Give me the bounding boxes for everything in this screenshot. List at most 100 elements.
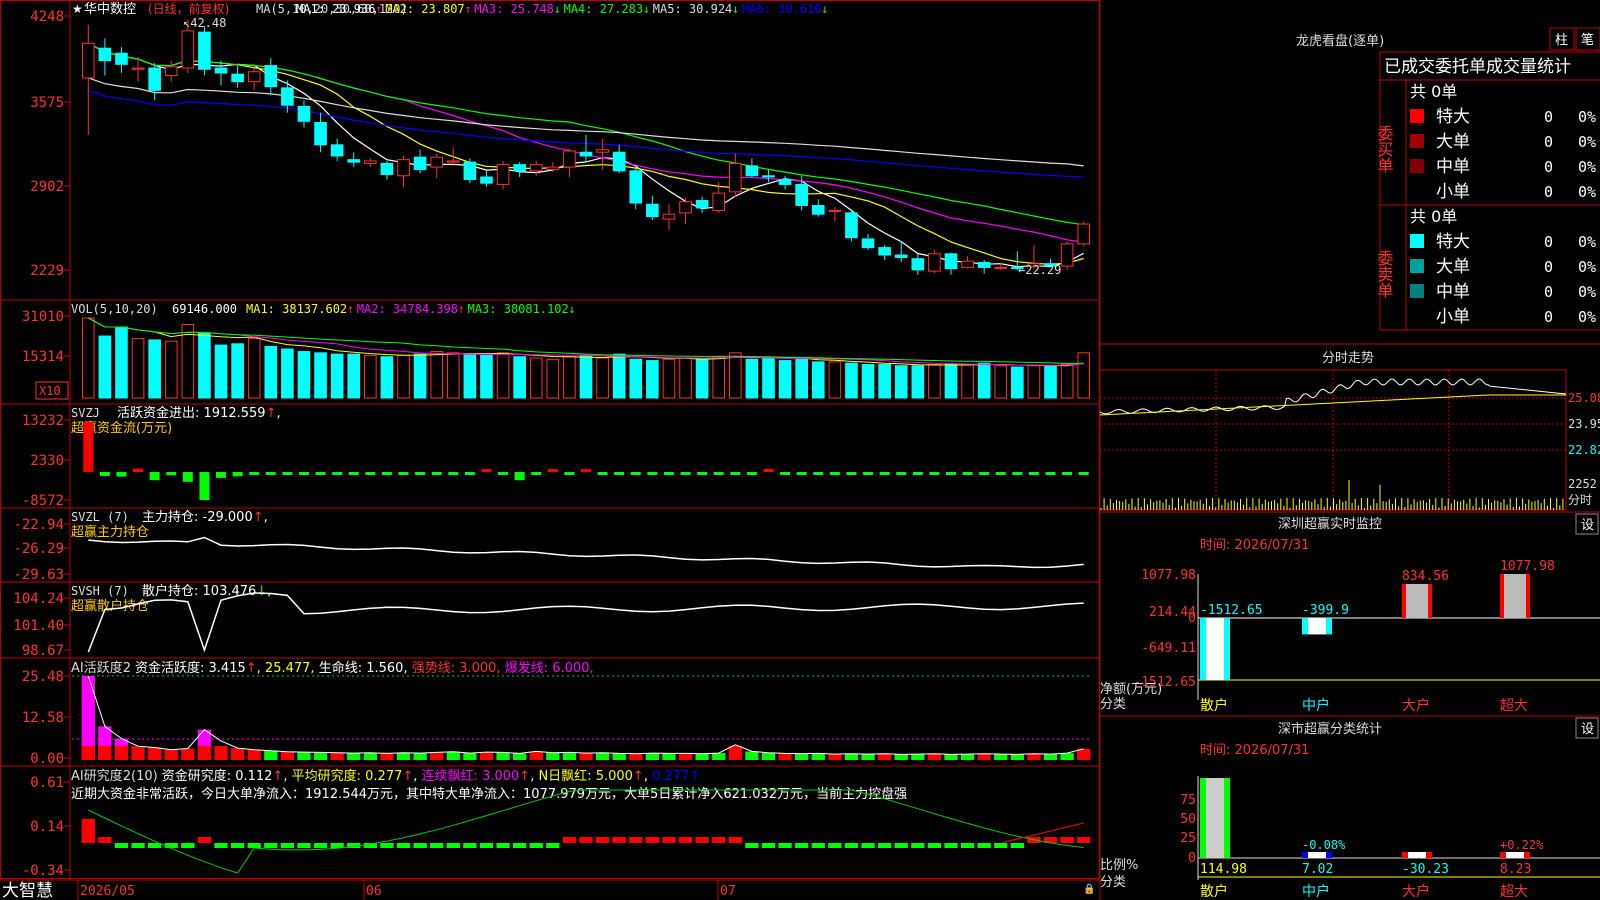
ai1-bar xyxy=(911,754,925,760)
ai2-bar xyxy=(496,843,510,848)
ma-arrow-2: ↓ xyxy=(554,2,561,16)
vol-bar xyxy=(778,360,792,399)
vol-bar xyxy=(612,353,626,399)
vol-bar xyxy=(928,363,941,399)
ai2-bar xyxy=(430,843,444,848)
svzj-bar xyxy=(448,472,459,475)
monitor-tick-2: 0 xyxy=(1188,611,1196,626)
ai2-bar xyxy=(761,843,776,848)
ma-legend-3: MA4: 27.283 xyxy=(564,2,643,16)
x-label-2: 07 xyxy=(720,884,736,899)
candle-body xyxy=(513,164,526,172)
monitor-settings-label: 设 xyxy=(1581,518,1594,533)
svzj-bar xyxy=(863,472,874,475)
ai1-bar xyxy=(778,753,792,760)
sell-vertical-label: 委卖单 xyxy=(1375,250,1394,298)
candle-body xyxy=(264,65,278,88)
ai2-bar xyxy=(313,843,328,848)
svzj-bar xyxy=(398,472,409,475)
sell-row-pct-0: 0% xyxy=(1578,233,1596,251)
svzj-name: 活跃资金进出: 1912.559↑, xyxy=(117,405,281,421)
ai1-bar xyxy=(247,749,261,760)
vol-bar xyxy=(214,344,228,399)
ai2-bar xyxy=(131,843,145,848)
ai1-bar xyxy=(164,749,178,760)
monitor-time: 时间: 2026/07/31 xyxy=(1200,538,1309,553)
ai1-bars xyxy=(81,676,1091,760)
chart-canvas: ★ 华中数控 (日线，前复权) MA(5,10,20,30,60,120) MA… xyxy=(0,0,1600,900)
stat-value-1: 7.02 xyxy=(1302,862,1333,877)
svzj-bar xyxy=(962,472,973,475)
ai1-bar xyxy=(148,747,162,760)
candle-body xyxy=(662,213,676,220)
svzj-bar xyxy=(381,472,392,475)
stat-bar-inner-0 xyxy=(1206,778,1224,858)
stock-name[interactable]: 华中数控 xyxy=(84,2,136,17)
svzj-bar xyxy=(514,472,525,481)
intraday-tick-3: 2252 xyxy=(1568,477,1597,491)
vol-bar xyxy=(911,365,925,399)
vol-bar xyxy=(679,357,692,399)
svzj-bar xyxy=(1045,472,1056,475)
vol-bar xyxy=(894,365,908,399)
ai2-bar xyxy=(911,843,925,848)
stat-settings-label: 设 xyxy=(1581,722,1594,737)
ai1-bar xyxy=(828,754,842,760)
stat-cat-0: 散户 xyxy=(1200,883,1228,900)
vol-bar xyxy=(148,339,161,399)
stock-star-icon: ★ xyxy=(72,2,83,16)
ai2-bars xyxy=(81,819,1091,848)
ai2-bar xyxy=(380,843,394,848)
vol-bar xyxy=(729,352,742,399)
ai2-bar xyxy=(297,843,311,848)
ma-arrow-4: ↓ xyxy=(732,2,739,16)
svsh-panel: SVSH (7) 散户持仓: 103.476↓, 超赢散户持仓 104.2410… xyxy=(13,583,1084,659)
svzj-bar xyxy=(199,472,210,500)
candle-body xyxy=(679,201,692,214)
svsh-ticks-label-1: 101.40 xyxy=(13,618,64,634)
x-label-0: 2026/05 xyxy=(80,884,135,899)
ai2-bar xyxy=(98,837,112,843)
vol-bar xyxy=(662,358,676,399)
candle-body xyxy=(762,175,775,178)
brand-logo: 大智慧 xyxy=(2,881,53,900)
buy-row-label-0: 特大 xyxy=(1436,107,1470,127)
stat-pct-1: -0.08% xyxy=(1302,838,1346,852)
svzj-bar xyxy=(133,468,144,472)
svsh-ticks-label-0: 104.24 xyxy=(13,591,64,607)
ai2-bar xyxy=(877,843,892,848)
ai2-bar xyxy=(828,843,842,848)
stat-y-ticks: 75 50 25 0 xyxy=(1180,793,1196,866)
vol-bar xyxy=(629,358,643,399)
stat-xlabel: 分类 xyxy=(1100,875,1126,890)
lock-icon[interactable]: 🔒 xyxy=(1083,883,1095,895)
candle-body xyxy=(413,156,427,171)
svzj-bar xyxy=(415,472,426,475)
ma-legend-4: MA5: 30.924 xyxy=(653,2,732,16)
main-ticks-label-1: 3575 xyxy=(30,95,64,111)
buy-row-count-3: 0 xyxy=(1544,183,1553,201)
vol-bar xyxy=(81,317,95,399)
ai1-bar xyxy=(811,753,825,760)
main-panel: ★ 华中数控 (日线，前复权) MA(5,10,20,30,60,120) MA… xyxy=(30,1,1091,279)
ai1-bar xyxy=(347,753,361,760)
low-label: ←22.29 xyxy=(1018,263,1061,277)
ai2-bar xyxy=(181,843,195,848)
ai1-panel: AI活跃度2 资金活跃度: 3.415↑, 25.477, 生命线: 1.560,… xyxy=(22,660,1091,767)
buy-row-swatch-1 xyxy=(1410,134,1424,148)
main-y-ticks: 4248 3575 2902 2229 xyxy=(30,9,70,279)
vol-bar xyxy=(1011,366,1024,399)
candle-body xyxy=(579,151,593,157)
svzj-bar xyxy=(166,472,177,476)
svzj-bar xyxy=(946,472,956,475)
stat-cat-1: 中户 xyxy=(1302,883,1330,900)
monitor-title: 深圳超赢实时监控 xyxy=(1278,516,1382,532)
svzj-bar xyxy=(332,472,343,475)
monitor-cat-3: 超大 xyxy=(1500,698,1528,714)
svzj-bar xyxy=(713,472,724,475)
vol-bar xyxy=(878,363,891,399)
monitor-value-3: 1077.98 xyxy=(1500,559,1555,574)
vol-bar xyxy=(513,356,526,399)
buy-total: 共 0单 xyxy=(1410,82,1457,101)
ai2-bar xyxy=(712,837,726,843)
